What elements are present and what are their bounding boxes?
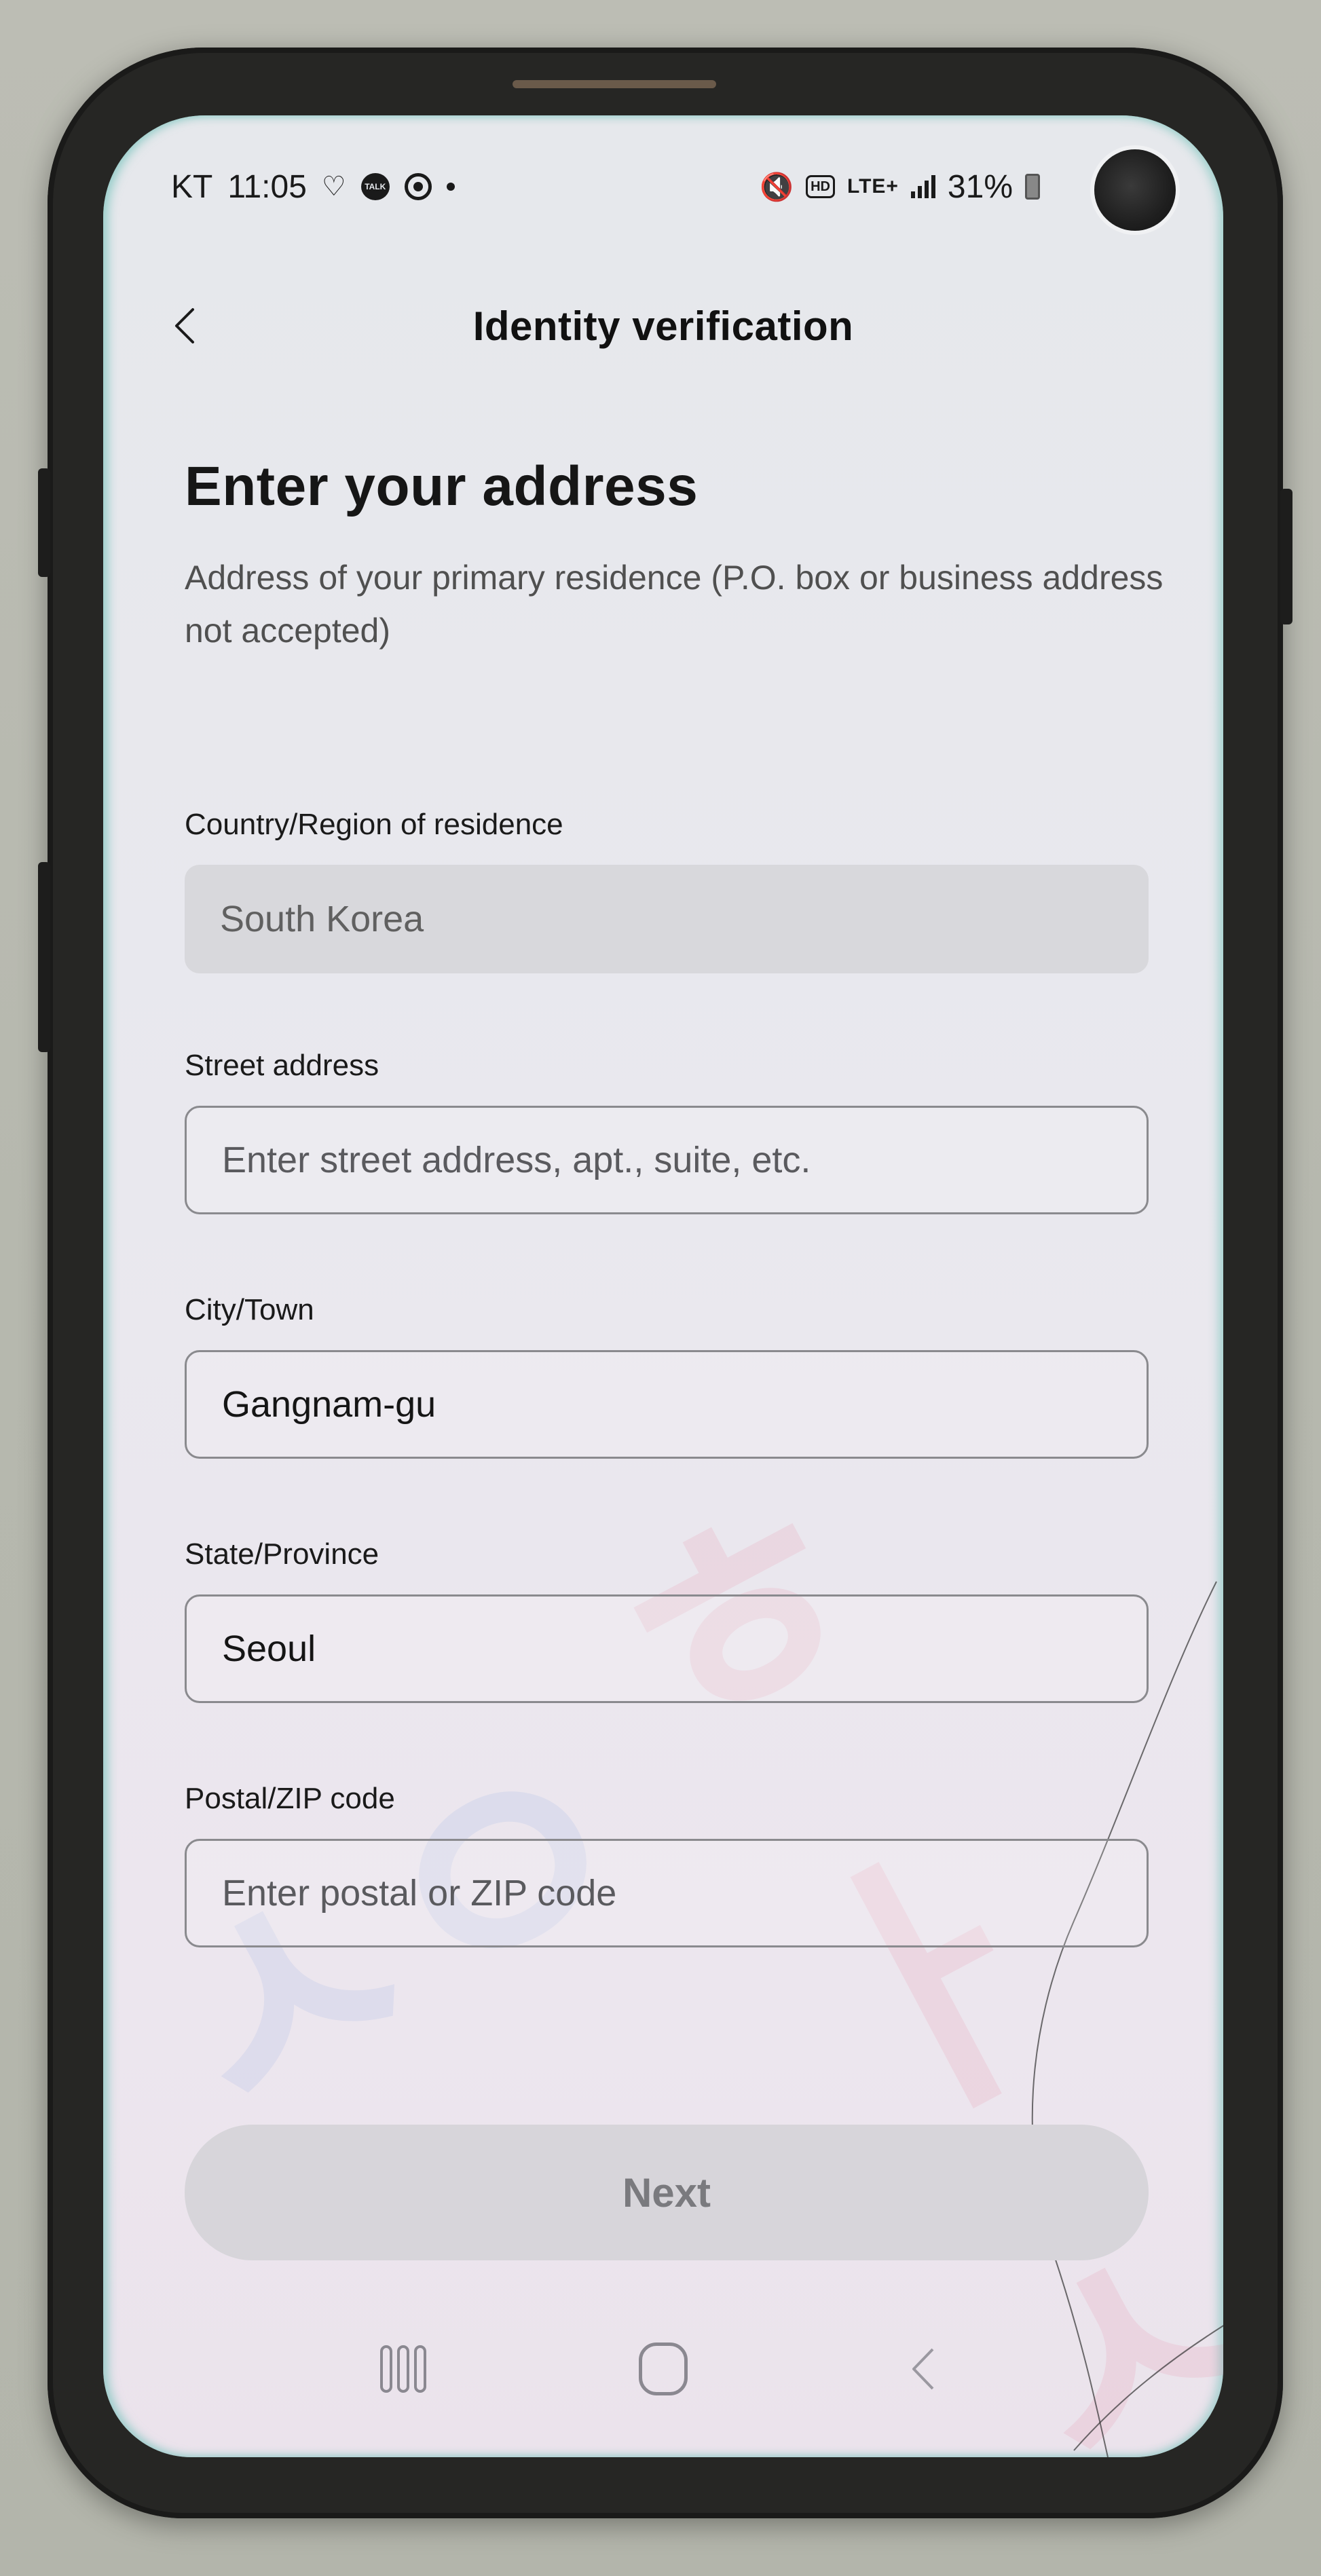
street-address-placeholder: Enter street address, apt., suite, etc. [222,1140,811,1180]
talk-badge-text: TALK [365,182,386,191]
postal-code-input[interactable]: Enter postal or ZIP code [185,1839,1149,1947]
sync-icon [404,173,432,200]
city-field: City/Town Gangnam-gu [185,1293,1149,1459]
bixby-button [38,468,50,577]
network-label: LTE+ [846,175,899,198]
battery-icon [1025,174,1040,200]
hd-voice-icon: HD [806,175,835,198]
chevron-left-icon [175,308,194,343]
mute-icon: 🔇 [760,172,794,202]
home-button[interactable] [622,2328,704,2410]
front-camera [1094,149,1176,231]
city-label: City/Town [185,1293,314,1326]
state-input[interactable]: Seoul [185,1594,1149,1703]
header-title: Identity verification [472,303,854,349]
postal-code-label: Postal/ZIP code [185,1782,395,1815]
city-input[interactable]: Gangnam-gu [185,1350,1149,1459]
app-header: Identity verification [103,278,1223,373]
country-field: Country/Region of residence South Korea [185,808,1149,973]
page-title: Enter your address [185,455,699,517]
signal-strength-icon [910,175,935,198]
kakaotalk-icon: TALK [360,173,390,200]
back-arrow-icon [912,2348,934,2390]
battery-percent: 31% [947,168,1013,205]
clock: 11:05 [227,168,307,205]
street-address-label: Street address [185,1049,379,1082]
state-label: State/Province [185,1537,379,1571]
power-button [1280,489,1292,624]
page-subtitle: Address of your primary residence (P.O. … [185,559,1164,650]
state-field: State/Province Seoul [185,1537,1149,1703]
recents-icon [379,2345,426,2393]
more-notifications-dot-icon [446,183,455,191]
home-icon [638,2342,688,2395]
hd-label: HD [811,179,830,194]
earpiece-speaker [513,80,716,88]
recents-button[interactable] [362,2328,444,2410]
volume-button [38,862,50,1052]
back-button[interactable] [164,305,205,346]
system-nav-bar [103,2308,1223,2430]
country-input: South Korea [185,865,1149,973]
city-value: Gangnam-gu [222,1384,436,1425]
postal-code-field: Postal/ZIP code Enter postal or ZIP code [185,1782,1149,1947]
next-button[interactable]: Next [185,2125,1149,2260]
phone-screen: ㅎㅏㅅ ㅅㅇ KT 11:05 ♡ TALK 🔇 HD LTE+ 31% Ide… [103,115,1223,2457]
status-bar: KT 11:05 ♡ TALK 🔇 HD LTE+ 31% [103,156,1223,217]
network-type-icon: LTE+ [847,175,899,198]
street-address-field: Street address Enter street address, apt… [185,1049,1149,1214]
voice-assistant-icon: ♡ [321,172,346,202]
system-back-button[interactable] [882,2328,964,2410]
country-label: Country/Region of residence [185,808,563,841]
postal-code-placeholder: Enter postal or ZIP code [222,1873,617,1914]
country-value: South Korea [220,899,424,939]
street-address-input[interactable]: Enter street address, apt., suite, etc. [185,1106,1149,1214]
carrier-label: KT [171,168,213,205]
address-form: Enter your address Address of your prima… [185,455,1163,1947]
state-value: Seoul [222,1628,316,1669]
phone-device: ㅎㅏㅅ ㅅㅇ KT 11:05 ♡ TALK 🔇 HD LTE+ 31% Ide… [38,48,1292,2518]
